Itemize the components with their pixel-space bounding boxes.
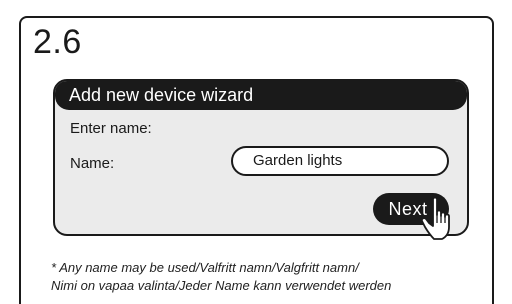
add-device-wizard-dialog: Add new device wizard Enter name: Name: … [53, 79, 469, 236]
step-number: 2.6 [33, 23, 82, 61]
name-footnote: * Any name may be used/Valfritt namn/Val… [51, 259, 491, 295]
name-label: Name: [70, 155, 115, 172]
enter-name-prompt: Enter name: [70, 120, 152, 137]
footnote-line-1: * Any name may be used/Valfritt namn/Val… [51, 260, 359, 275]
wizard-titlebar: Add new device wizard [55, 81, 467, 110]
footnote-line-2: Nimi on vapaa valinta/Jeder Name kann ve… [51, 278, 392, 293]
wizard-title: Add new device wizard [69, 85, 254, 105]
hand-pointer-icon [420, 196, 450, 240]
name-input[interactable]: Garden lights [231, 146, 449, 176]
